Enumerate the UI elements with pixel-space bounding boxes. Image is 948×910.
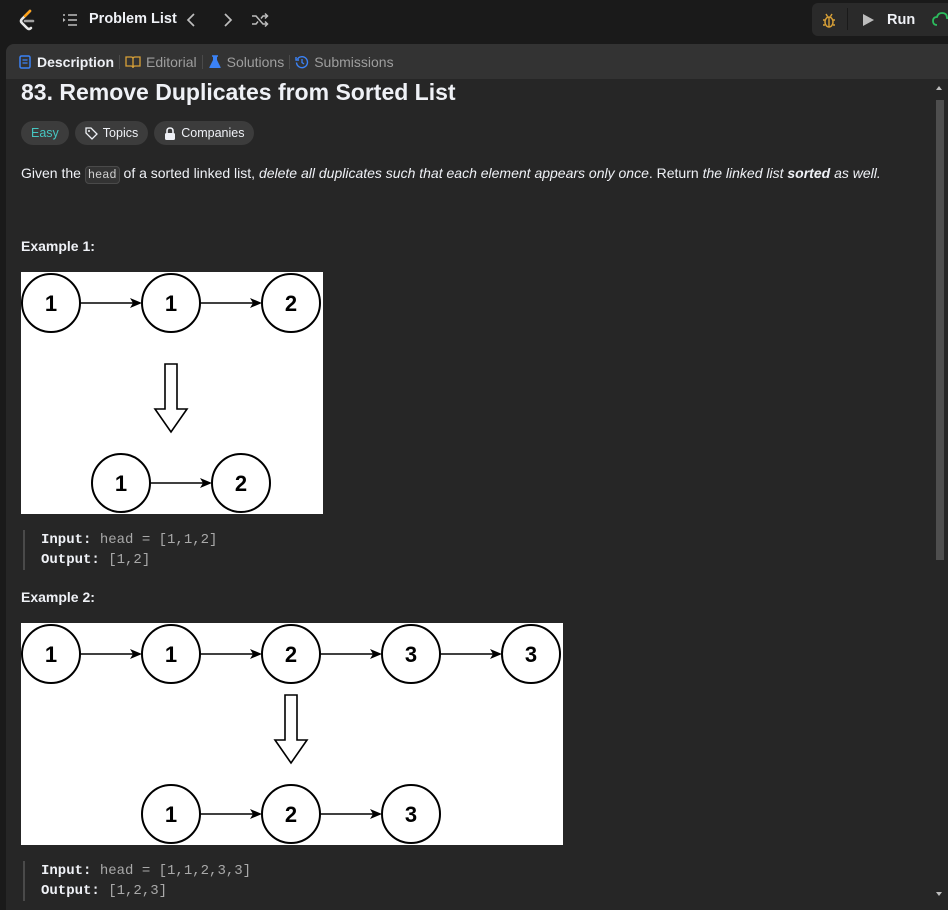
- debug-icon: [823, 13, 835, 28]
- output-label: Output:: [41, 552, 100, 568]
- scroll-up-icon[interactable]: [930, 82, 948, 94]
- tag-icon: [85, 126, 98, 140]
- example-2-io: Input: head = [1,1,2,3,3] Output: [1,2,3…: [23, 861, 251, 901]
- ex1-top-node-value: 1: [45, 291, 57, 316]
- tab-divider: [201, 54, 203, 69]
- history-icon: [295, 55, 309, 68]
- debug-button[interactable]: [812, 3, 846, 36]
- down-arrow-icon: [273, 694, 309, 765]
- chevron-right-icon[interactable]: [217, 10, 237, 30]
- book-icon: [125, 55, 141, 68]
- desc-emphasis: delete all duplicates such that each ele…: [258, 165, 649, 181]
- desc-emphasis: as well.: [830, 165, 881, 181]
- difficulty-badge[interactable]: Easy: [21, 121, 69, 145]
- down-arrow-icon: [153, 363, 189, 434]
- tab-description[interactable]: Description: [18, 44, 114, 79]
- scrollbar[interactable]: [930, 80, 948, 905]
- example-2-label: Example 2:: [21, 589, 95, 605]
- ex1-top-node-value: 1: [165, 291, 177, 316]
- topics-button[interactable]: Topics: [74, 121, 149, 145]
- problem-description: Given the head of a sorted linked list, …: [21, 164, 881, 184]
- output-label: Output:: [41, 883, 100, 899]
- tab-submissions[interactable]: Submissions: [295, 44, 394, 79]
- desc-emphasis: the linked list: [702, 165, 788, 181]
- ex2-top-node-value: 1: [165, 642, 177, 667]
- ex2-top-node-value: 2: [285, 642, 297, 667]
- ex2-top-node-value: 3: [405, 642, 417, 667]
- cloud-upload-icon[interactable]: [932, 10, 948, 30]
- shuffle-icon[interactable]: [250, 10, 270, 30]
- tab-submissions-label: Submissions: [314, 53, 394, 70]
- topics-label: Topics: [102, 126, 139, 140]
- inline-code: head: [84, 166, 120, 184]
- tab-description-label: Description: [37, 53, 115, 70]
- ex2-bottom-node-value: 3: [405, 802, 417, 827]
- run-button[interactable]: Run: [849, 3, 924, 36]
- run-label: Run: [887, 11, 916, 28]
- description-panel: Description Editorial Solutions Submissi…: [6, 44, 948, 910]
- tab-editorial-label: Editorial: [146, 53, 197, 70]
- page-title[interactable]: 83. Remove Duplicates from Sorted List: [21, 79, 456, 106]
- output-value: [1,2,3]: [99, 883, 168, 899]
- ex2-top-node-value: 1: [45, 642, 57, 667]
- input-value: head = [1,1,2]: [91, 532, 218, 548]
- problem-list-link[interactable]: Problem List: [89, 11, 177, 27]
- ex1-top-node-value: 2: [285, 291, 297, 316]
- divider: [847, 8, 848, 30]
- ex2-bottom-node-value: 2: [285, 802, 297, 827]
- tab-divider: [289, 54, 291, 69]
- tab-solutions-label: Solutions: [226, 53, 285, 70]
- flask-icon: [208, 54, 221, 68]
- input-value: head = [1,1,2,3,3]: [91, 863, 252, 879]
- example-1-io: Input: head = [1,1,2] Output: [1,2]: [23, 530, 217, 570]
- play-icon: [863, 13, 874, 26]
- example-1-diagram: 1 1 2 1 2: [21, 272, 323, 514]
- tab-solutions[interactable]: Solutions: [208, 44, 285, 79]
- tab-editorial[interactable]: Editorial: [125, 44, 197, 79]
- desc-text: . Return: [648, 165, 703, 181]
- tab-divider: [119, 54, 121, 69]
- ex2-top-node-value: 3: [525, 642, 537, 667]
- leetcode-logo-icon[interactable]: [16, 8, 38, 32]
- chevron-left-icon[interactable]: [182, 10, 202, 30]
- output-value: [1,2]: [99, 552, 151, 568]
- problem-tags: Easy Topics Companies: [21, 121, 255, 145]
- description-icon: [19, 54, 31, 69]
- ex1-bottom-node-value: 1: [115, 471, 127, 496]
- lock-icon: [165, 126, 176, 140]
- panel-tabbar: Description Editorial Solutions Submissi…: [6, 44, 948, 79]
- example-1-label: Example 1:: [21, 238, 95, 254]
- input-label: Input:: [41, 863, 92, 879]
- top-navbar: Problem List Run: [0, 0, 948, 40]
- ex1-bottom-node-value: 2: [235, 471, 247, 496]
- scroll-thumb[interactable]: [936, 100, 944, 560]
- companies-label: Companies: [181, 126, 245, 140]
- input-label: Input:: [41, 532, 92, 548]
- problem-list-icon[interactable]: [62, 12, 78, 28]
- companies-button[interactable]: Companies: [154, 121, 255, 145]
- ex2-bottom-node-value: 1: [165, 802, 177, 827]
- desc-strong: sorted: [787, 165, 831, 181]
- desc-text: of a sorted linked list,: [119, 165, 259, 181]
- example-2-diagram: 1 1 2 3 3 1 2 3: [21, 623, 563, 845]
- scroll-down-icon[interactable]: [930, 888, 948, 900]
- desc-text: Given the: [21, 165, 85, 181]
